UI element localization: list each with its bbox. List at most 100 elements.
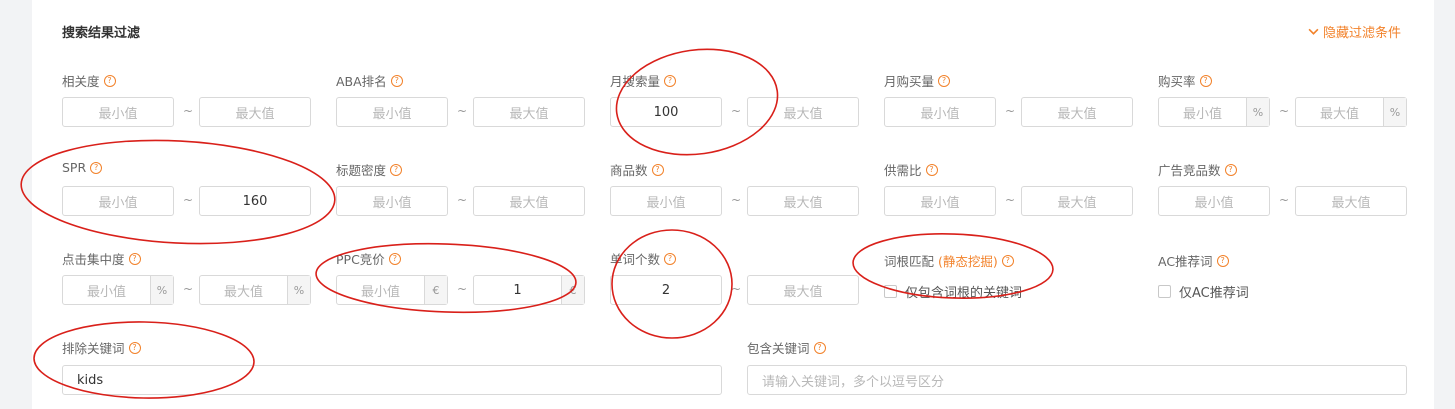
checkbox-box[interactable]: [1158, 285, 1171, 298]
ppc-bid-max-input[interactable]: 1 €: [473, 275, 585, 305]
help-icon[interactable]: ?: [128, 341, 141, 354]
percent-suffix: %: [1246, 98, 1269, 126]
supply-demand-max-placeholder: 最大值: [1057, 195, 1097, 211]
monthly-search-min-input[interactable]: 100: [610, 97, 722, 127]
help-icon[interactable]: ?: [90, 161, 103, 174]
spr-min-input[interactable]: 最小值: [62, 186, 174, 216]
help-icon[interactable]: ?: [1224, 163, 1237, 176]
relevance-label-text: 相关度: [62, 74, 100, 89]
word-count-min-input[interactable]: 2: [610, 275, 722, 305]
hide-filters-toggle[interactable]: 隐藏过滤条件: [1308, 22, 1401, 41]
title-density-max-input[interactable]: 最大值: [473, 186, 585, 216]
ppc-bid-label-text: PPC竞价: [336, 252, 385, 267]
range-separator: ~: [1279, 193, 1290, 207]
help-icon[interactable]: ?: [390, 163, 403, 176]
monthly-search-label-text: 月搜索量: [610, 74, 661, 89]
click-concentration-min-placeholder: 最小值: [86, 284, 126, 300]
ad-products-min-placeholder: 最小值: [1194, 195, 1234, 211]
click-concentration-min-input[interactable]: 最小值 %: [62, 275, 174, 305]
euro-suffix: €: [561, 276, 584, 304]
checkbox-box[interactable]: [884, 285, 897, 298]
monthly-purchase-label-text: 月购买量: [884, 74, 935, 89]
monthly-purchase-min-input[interactable]: 最小值: [884, 97, 996, 127]
range-separator: ~: [183, 193, 194, 207]
help-icon[interactable]: ?: [664, 252, 677, 265]
aba-rank-max-input[interactable]: 最大值: [473, 97, 585, 127]
supply-demand-label-text: 供需比: [884, 163, 922, 178]
ac-only-label: 仅AC推荐词: [1179, 286, 1249, 301]
product-count-label-text: 商品数: [610, 163, 648, 178]
aba-rank-min-input[interactable]: 最小值: [336, 97, 448, 127]
percent-suffix: %: [1383, 98, 1406, 126]
help-icon[interactable]: ?: [664, 74, 677, 87]
help-icon[interactable]: ?: [128, 252, 141, 265]
word-count-max-input[interactable]: 最大值: [747, 275, 859, 305]
help-icon[interactable]: ?: [103, 74, 116, 87]
help-icon[interactable]: ?: [1001, 254, 1014, 267]
product-count-min-input[interactable]: 最小值: [610, 186, 722, 216]
include-keywords-placeholder: 请输入关键词，多个以逗号区分: [762, 374, 945, 390]
help-icon[interactable]: ?: [925, 163, 938, 176]
help-icon[interactable]: ?: [1199, 74, 1212, 87]
product-count-max-input[interactable]: 最大值: [747, 186, 859, 216]
monthly-search-label: 月搜索量 ?: [610, 71, 677, 90]
section-title: 搜索结果过滤: [62, 26, 141, 41]
ppc-bid-min-placeholder: 最小值: [360, 284, 400, 300]
monthly-purchase-max-placeholder: 最大值: [1057, 106, 1097, 122]
ac-only-checkbox[interactable]: 仅AC推荐词: [1158, 282, 1249, 301]
title-density-min-placeholder: 最小值: [372, 195, 412, 211]
include-keywords-input[interactable]: 请输入关键词，多个以逗号区分: [747, 365, 1407, 395]
relevance-min-input[interactable]: 最小值: [62, 97, 174, 127]
spr-min-placeholder: 最小值: [98, 195, 138, 211]
range-separator: ~: [731, 104, 742, 118]
root-match-label: 词根匹配 (静态挖掘) ?: [884, 251, 1014, 270]
range-separator: ~: [457, 104, 468, 118]
ad-products-label: 广告竞品数 ?: [1158, 160, 1237, 179]
ppc-bid-max-value: 1: [513, 282, 522, 298]
root-only-checkbox[interactable]: 仅包含词根的关键词: [884, 282, 1022, 301]
purchase-rate-label-text: 购买率: [1158, 74, 1196, 89]
aba-rank-min-placeholder: 最小值: [372, 106, 412, 122]
chevron-down-icon: [1308, 28, 1319, 35]
purchase-rate-label: 购买率 ?: [1158, 71, 1212, 90]
ppc-bid-min-input[interactable]: 最小值 €: [336, 275, 448, 305]
help-icon[interactable]: ?: [813, 341, 826, 354]
root-only-label: 仅包含词根的关键词: [905, 286, 1023, 301]
relevance-max-placeholder: 最大值: [235, 106, 275, 122]
range-separator: ~: [457, 282, 468, 296]
monthly-purchase-label: 月购买量 ?: [884, 71, 951, 90]
word-count-label: 单词个数 ?: [610, 249, 677, 268]
purchase-rate-min-input[interactable]: 最小值 %: [1158, 97, 1270, 127]
click-concentration-max-input[interactable]: 最大值 %: [199, 275, 311, 305]
relevance-min-placeholder: 最小值: [98, 106, 138, 122]
supply-demand-min-input[interactable]: 最小值: [884, 186, 996, 216]
range-separator: ~: [1279, 104, 1290, 118]
supply-demand-max-input[interactable]: 最大值: [1021, 186, 1133, 216]
monthly-purchase-max-input[interactable]: 最大值: [1021, 97, 1133, 127]
range-separator: ~: [457, 193, 468, 207]
title-density-label-text: 标题密度: [336, 163, 387, 178]
help-icon[interactable]: ?: [390, 74, 403, 87]
purchase-rate-max-input[interactable]: 最大值 %: [1295, 97, 1407, 127]
monthly-search-max-input[interactable]: 最大值: [747, 97, 859, 127]
root-match-note: (静态挖掘): [938, 254, 998, 269]
click-concentration-label-text: 点击集中度: [62, 252, 125, 267]
range-separator: ~: [731, 282, 742, 296]
product-count-min-placeholder: 最小值: [646, 195, 686, 211]
help-icon[interactable]: ?: [388, 252, 401, 265]
title-density-label: 标题密度 ?: [336, 160, 403, 179]
supply-demand-min-placeholder: 最小值: [920, 195, 960, 211]
monthly-search-min-value: 100: [653, 104, 679, 120]
relevance-max-input[interactable]: 最大值: [199, 97, 311, 127]
word-count-label-text: 单词个数: [610, 252, 661, 267]
include-keywords-label-text: 包含关键词: [747, 341, 810, 356]
ac-recommend-label: AC推荐词 ?: [1158, 251, 1229, 270]
spr-max-input[interactable]: 160: [199, 186, 311, 216]
ad-products-min-input[interactable]: 最小值: [1158, 186, 1270, 216]
help-icon[interactable]: ?: [938, 74, 951, 87]
help-icon[interactable]: ?: [651, 163, 664, 176]
ad-products-max-input[interactable]: 最大值: [1295, 186, 1407, 216]
title-density-min-input[interactable]: 最小值: [336, 186, 448, 216]
help-icon[interactable]: ?: [1216, 254, 1229, 267]
exclude-keywords-input[interactable]: kids: [62, 365, 722, 395]
